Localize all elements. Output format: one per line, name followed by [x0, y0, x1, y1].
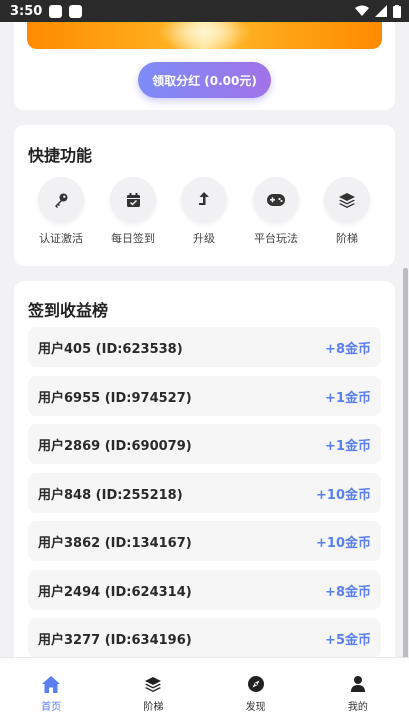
rank-amount: +10金币 [316, 535, 371, 551]
quick-item-label: 阶梯 [336, 232, 358, 245]
list-item: 用户405 (ID:623538) +8金币 [28, 327, 381, 367]
gamepad-icon [267, 194, 285, 206]
quick-item-circle [324, 177, 370, 223]
tab-label: 发现 [245, 702, 266, 713]
rank-amount: +8金币 [325, 341, 371, 357]
rank-user: 用户405 (ID:623538) [38, 341, 183, 357]
bottom-tab-bar: 首页 阶梯 发现 我的 [0, 657, 409, 728]
rank-user: 用户2494 (ID:624314) [38, 584, 192, 600]
quick-item-platform-guide[interactable]: 平台玩法 [241, 177, 311, 246]
wifi-icon [355, 5, 369, 16]
status-time: 3:50 [10, 3, 43, 19]
tab-home[interactable]: 首页 [0, 658, 102, 728]
rank-amount: +1金币 [325, 390, 371, 406]
ranking-title: 签到收益榜 [28, 301, 109, 320]
notification-icon [69, 4, 83, 18]
layers-icon [145, 676, 162, 692]
quick-item-circle [110, 177, 156, 223]
quick-item-ladder[interactable]: 阶梯 [312, 177, 382, 246]
quick-item-circle [253, 177, 299, 223]
quick-item-label: 升级 [193, 232, 215, 245]
quick-item-label: 认证激活 [39, 232, 83, 245]
rank-amount: +8金币 [325, 584, 371, 600]
status-bar: 3:50 [0, 0, 409, 22]
tab-label: 首页 [41, 702, 62, 713]
rank-user: 用户2869 (ID:690079) [38, 438, 192, 454]
checkin-ranking-card: 签到收益榜 用户405 (ID:623538) +8金币 用户6955 (ID:… [14, 281, 395, 681]
tab-label: 阶梯 [143, 702, 164, 713]
layers-icon [339, 192, 355, 208]
quick-item-activate[interactable]: 认证激活 [26, 177, 96, 246]
quick-item-circle [38, 177, 84, 223]
rank-user: 用户6955 (ID:974527) [38, 390, 192, 406]
list-item: 用户2494 (ID:624314) +8金币 [28, 570, 381, 610]
banner-glow [157, 22, 252, 49]
tab-discover[interactable]: 发现 [205, 658, 307, 728]
quick-item-upgrade[interactable]: 升级 [169, 177, 239, 246]
scrollbar[interactable] [403, 268, 408, 708]
quick-functions-card: 快捷功能 认证激活 每日签到 升级 平台玩法 阶梯 [14, 125, 395, 266]
notification-icon [49, 4, 63, 18]
signal-icon [375, 5, 387, 17]
user-icon [350, 676, 365, 692]
tab-label: 我的 [347, 702, 368, 713]
list-item: 用户3862 (ID:134167) +10金币 [28, 521, 381, 561]
quick-item-daily-checkin[interactable]: 每日签到 [98, 177, 168, 246]
rank-amount: +10金币 [316, 487, 371, 503]
quick-item-label: 平台玩法 [254, 232, 298, 245]
tab-ladder[interactable]: 阶梯 [102, 658, 204, 728]
rank-user: 用户3862 (ID:134167) [38, 535, 192, 551]
compass-icon [247, 676, 264, 692]
battery-icon [393, 4, 401, 18]
quick-item-label: 每日签到 [111, 232, 155, 245]
rank-amount: +1金币 [325, 438, 371, 454]
rank-user: 用户848 (ID:255218) [38, 487, 183, 503]
quick-item-circle [181, 177, 227, 223]
dividend-banner [27, 22, 382, 49]
list-item: 用户848 (ID:255218) +10金币 [28, 473, 381, 513]
list-item: 用户6955 (ID:974527) +1金币 [28, 376, 381, 416]
home-icon [42, 675, 61, 693]
list-item: 用户3277 (ID:634196) +5金币 [28, 618, 381, 658]
quick-functions-title: 快捷功能 [28, 146, 93, 165]
rank-user: 用户3277 (ID:634196) [38, 632, 192, 648]
rank-amount: +5金币 [325, 632, 371, 648]
tab-mine[interactable]: 我的 [307, 658, 409, 728]
list-item: 用户2869 (ID:690079) +1金币 [28, 424, 381, 464]
calendar-check-icon [126, 192, 140, 207]
key-icon [55, 193, 68, 208]
claim-dividend-button[interactable]: 领取分红 (0.00元) [138, 62, 271, 98]
level-up-icon [199, 192, 209, 205]
